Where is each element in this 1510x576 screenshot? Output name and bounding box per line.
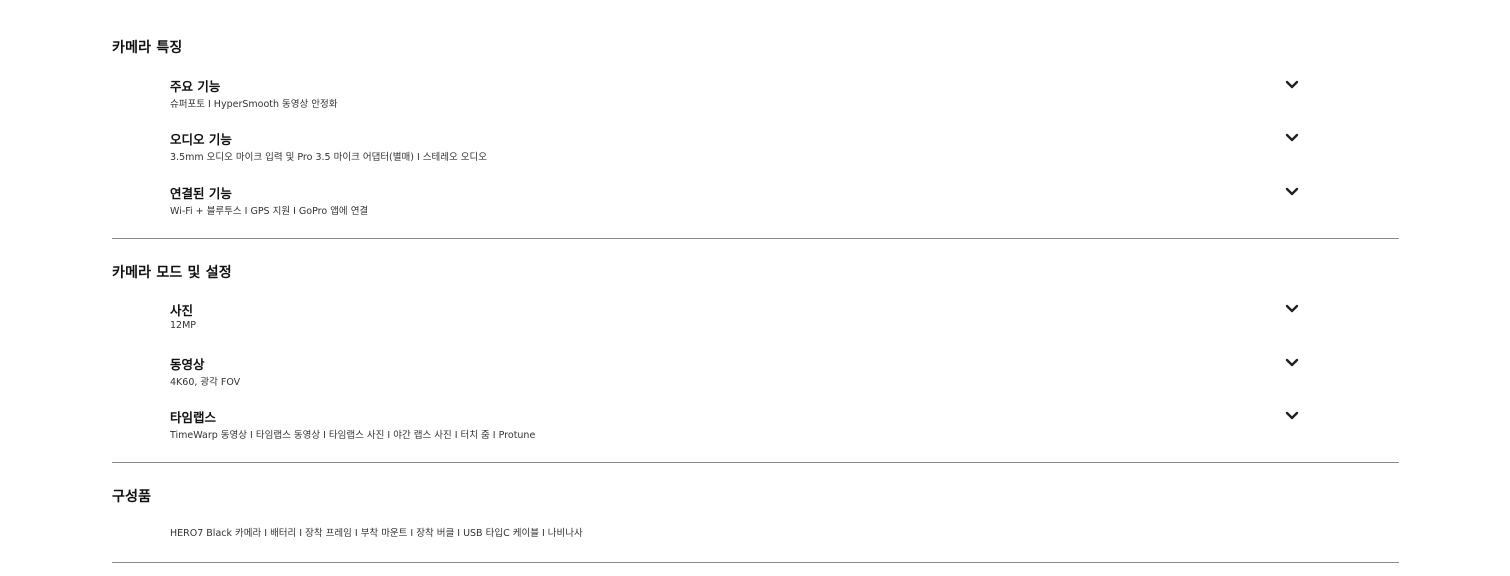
section-divider — [112, 562, 1399, 563]
chevron-down-icon[interactable] — [1285, 187, 1299, 197]
chevron-down-icon[interactable] — [1285, 304, 1299, 314]
spec-item-desc: TimeWarp 동영상 I 타임랩스 동영상 I 타임랩스 사진 I 야간 랩… — [170, 430, 536, 441]
spec-item-title: 주요 기능 — [170, 79, 221, 94]
product-specs-page: 카메라 특징 주요 기능 슈퍼포토 I HyperSmooth 동영상 안정화 … — [0, 0, 1510, 576]
spec-item-desc: 3.5mm 오디오 마이크 입력 및 Pro 3.5 마이크 어댑터(별매) I… — [170, 152, 487, 163]
spec-item-title: 타임랩스 — [170, 410, 217, 425]
spec-item-audio-features[interactable]: 오디오 기능 3.5mm 오디오 마이크 입력 및 Pro 3.5 마이크 어댑… — [170, 129, 1310, 169]
spec-item-timelapse[interactable]: 타임랩스 TimeWarp 동영상 I 타임랩스 동영상 I 타임랩스 사진 I… — [170, 407, 1310, 447]
section-title-features: 카메라 특징 — [112, 40, 183, 56]
contents-list: HERO7 Black 카메라 I 배터리 I 장착 프레임 I 부착 마운트 … — [170, 528, 583, 539]
chevron-down-icon[interactable] — [1285, 358, 1299, 368]
spec-item-title: 사진 — [170, 303, 194, 318]
chevron-down-icon[interactable] — [1285, 80, 1299, 90]
spec-item-connected-features[interactable]: 연결된 기능 Wi-Fi + 블루투스 I GPS 지원 I GoPro 앱에 … — [170, 183, 1310, 223]
spec-item-video[interactable]: 동영상 4K60, 광각 FOV — [170, 354, 1310, 394]
spec-item-photo[interactable]: 사진 12MP — [170, 300, 1310, 340]
spec-item-desc: 슈퍼포토 I HyperSmooth 동영상 안정화 — [170, 99, 338, 110]
spec-item-key-features[interactable]: 주요 기능 슈퍼포토 I HyperSmooth 동영상 안정화 — [170, 76, 1310, 116]
spec-item-title: 연결된 기능 — [170, 186, 232, 201]
spec-item-desc: 4K60, 광각 FOV — [170, 377, 241, 388]
section-title-contents: 구성품 — [112, 489, 152, 505]
section-divider — [112, 238, 1399, 239]
section-divider — [112, 462, 1399, 463]
chevron-down-icon[interactable] — [1285, 411, 1299, 421]
spec-item-title: 오디오 기능 — [170, 132, 232, 147]
spec-item-title: 동영상 — [170, 357, 205, 372]
spec-item-desc: Wi-Fi + 블루투스 I GPS 지원 I GoPro 앱에 연결 — [170, 206, 369, 217]
chevron-down-icon[interactable] — [1285, 133, 1299, 143]
spec-item-desc: 12MP — [170, 320, 197, 331]
section-title-modes: 카메라 모드 및 설정 — [112, 265, 232, 281]
